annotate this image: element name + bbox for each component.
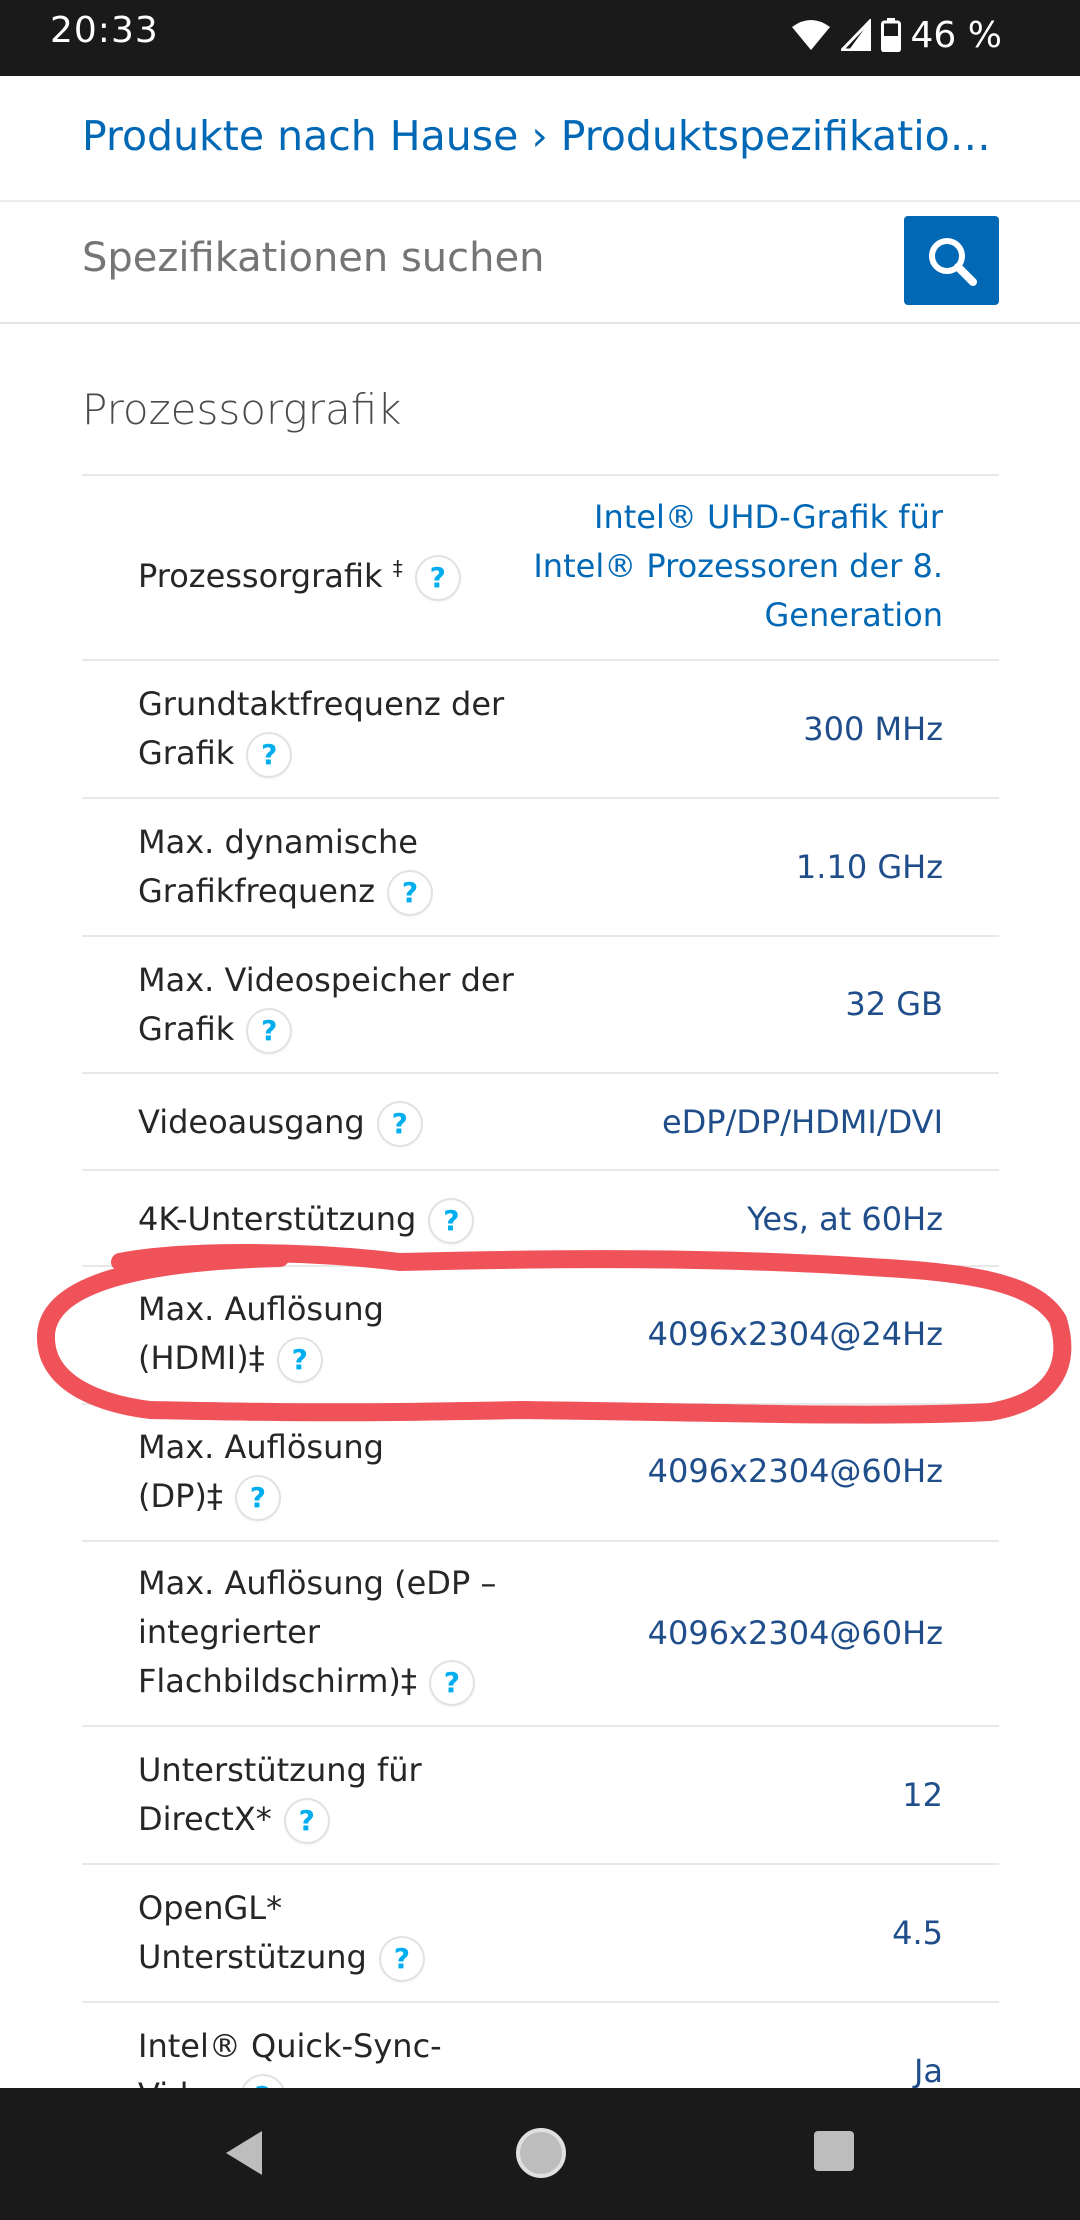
spec-row-prozessorgrafik: Prozessorgrafik ‡? Intel® UHD-Grafik für… bbox=[82, 476, 999, 661]
help-icon[interactable]: ? bbox=[430, 1200, 473, 1242]
spec-label: Max. Auflösung (eDP – integrierter Flach… bbox=[138, 1559, 558, 1706]
back-triangle-icon[interactable] bbox=[222, 2128, 266, 2178]
spec-label: 4K-Unterstützung? bbox=[138, 1195, 568, 1244]
spec-value: 32 GB bbox=[845, 985, 943, 1023]
recents-square-icon[interactable] bbox=[812, 2129, 856, 2173]
spec-label: Unterstützung für DirectX*? bbox=[138, 1746, 458, 1844]
help-icon[interactable]: ? bbox=[248, 1010, 291, 1052]
section-title: Prozessorgrafik bbox=[82, 385, 402, 434]
spec-row-videoausgang: Videoausgang? eDP/DP/HDMI/DVI bbox=[82, 1074, 999, 1171]
search-input[interactable] bbox=[82, 235, 842, 281]
spec-row-directx: Unterstützung für DirectX*? 12 bbox=[82, 1727, 999, 1865]
help-icon[interactable]: ? bbox=[416, 557, 459, 599]
spec-value: 4096x2304@60Hz bbox=[647, 1614, 943, 1652]
spec-value: Yes, at 60Hz bbox=[747, 1200, 943, 1238]
spec-row-aufloesung-hdmi: Max. Auflösung (HDMI)‡? 4096x2304@24Hz bbox=[82, 1267, 999, 1405]
spec-value: 1.10 GHz bbox=[795, 848, 943, 886]
status-bar: 20:33 46 % bbox=[0, 0, 1080, 76]
spec-value: 4096x2304@60Hz bbox=[647, 1452, 943, 1490]
spec-value: eDP/DP/HDMI/DVI bbox=[661, 1103, 943, 1141]
help-icon[interactable]: ? bbox=[389, 872, 432, 914]
help-icon[interactable]: ? bbox=[430, 1662, 473, 1704]
search-button[interactable] bbox=[904, 216, 999, 305]
help-icon[interactable]: ? bbox=[285, 1800, 328, 1842]
search-bar bbox=[0, 202, 1080, 324]
status-indicators: 46 % bbox=[791, 10, 1002, 60]
home-circle-icon[interactable] bbox=[514, 2126, 568, 2180]
spec-value[interactable]: Intel® UHD-Grafik für Intel® Prozessoren… bbox=[523, 493, 943, 640]
spec-row-grundtaktfrequenz: Grundtaktfrequenz der Grafik? 300 MHz bbox=[82, 661, 999, 799]
breadcrumb-bar: Produkte nach Hause › Produktspezifikati… bbox=[0, 76, 1080, 202]
navigation-bar bbox=[0, 2088, 1080, 2220]
help-icon[interactable]: ? bbox=[278, 1339, 321, 1381]
battery-level: 46 % bbox=[910, 14, 1002, 56]
spec-row-4k-unterstuetzung: 4K-Unterstützung? Yes, at 60Hz bbox=[82, 1171, 999, 1267]
spec-label: Videoausgang? bbox=[138, 1098, 568, 1147]
spec-value: 300 MHz bbox=[803, 710, 943, 748]
help-icon[interactable]: ? bbox=[236, 1477, 279, 1519]
help-icon[interactable]: ? bbox=[378, 1103, 421, 1145]
spec-row-dynamische-grafikfrequenz: Max. dynamische Grafikfrequenz? 1.10 GHz bbox=[82, 799, 999, 937]
spec-label: Max. dynamische Grafikfrequenz? bbox=[138, 818, 568, 916]
spec-table: Prozessorgrafik ‡? Intel® UHD-Grafik für… bbox=[82, 474, 999, 2118]
spec-label: Max. Auflösung (DP)‡? bbox=[138, 1423, 398, 1521]
spec-label: Max. Auflösung (HDMI)‡? bbox=[138, 1285, 438, 1383]
spec-label: Prozessorgrafik ‡? bbox=[138, 544, 568, 601]
spec-label: Grundtaktfrequenz der Grafik? bbox=[138, 680, 568, 778]
status-time: 20:33 bbox=[50, 10, 159, 51]
spec-row-aufloesung-edp: Max. Auflösung (eDP – integrierter Flach… bbox=[82, 1542, 999, 1727]
spec-row-opengl: OpenGL* Unterstützung? 4.5 bbox=[82, 1865, 999, 2003]
spec-label: Max. Videospeicher der Grafik? bbox=[138, 956, 568, 1054]
signal-icon bbox=[840, 19, 871, 51]
spec-value: 4096x2304@24Hz bbox=[647, 1315, 943, 1353]
spec-value: 12 bbox=[902, 1776, 943, 1814]
breadcrumb[interactable]: Produkte nach Hause › Produktspezifikati… bbox=[82, 112, 1002, 160]
spec-row-videospeicher: Max. Videospeicher der Grafik? 32 GB bbox=[82, 937, 999, 1074]
wifi-icon bbox=[791, 20, 830, 50]
spec-value: 4.5 bbox=[892, 1914, 943, 1952]
spec-label: OpenGL* Unterstützung? bbox=[138, 1884, 468, 1982]
search-icon bbox=[928, 237, 977, 286]
help-icon[interactable]: ? bbox=[248, 734, 291, 776]
battery-icon bbox=[880, 18, 901, 52]
help-icon[interactable]: ? bbox=[380, 1938, 423, 1980]
spec-row-aufloesung-dp: Max. Auflösung (DP)‡? 4096x2304@60Hz bbox=[82, 1405, 999, 1542]
